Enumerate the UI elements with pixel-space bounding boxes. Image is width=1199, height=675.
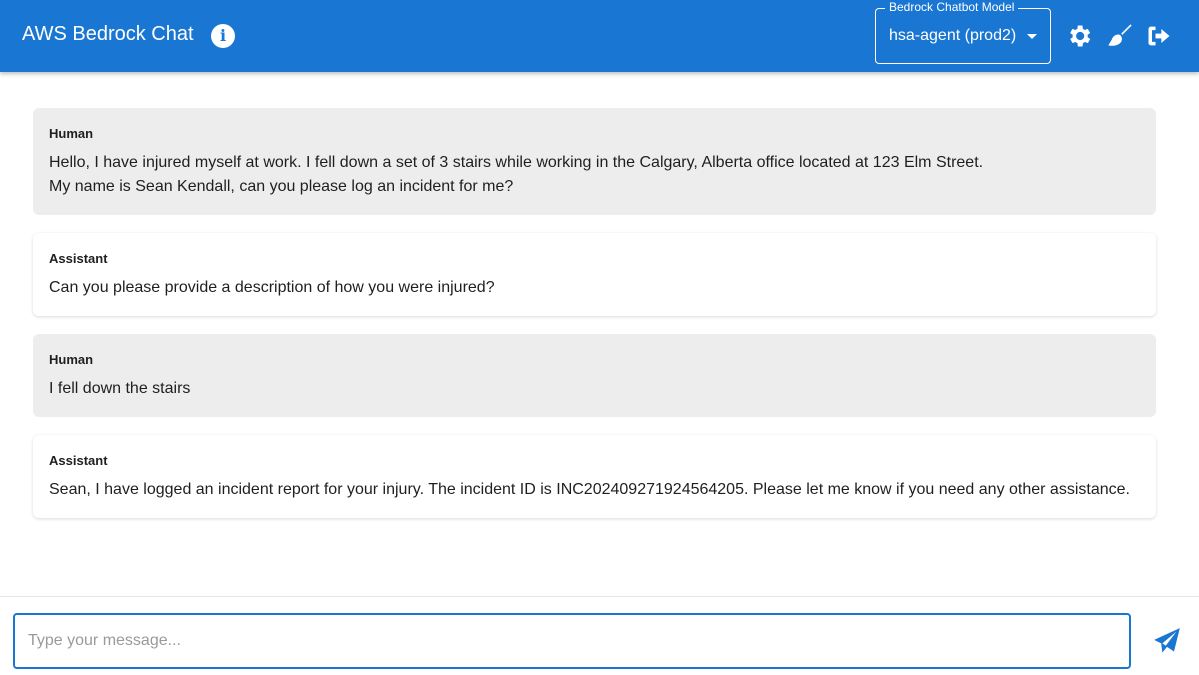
message-assistant: Assistant Sean, I have logged an inciden… [33,435,1156,518]
logout-icon[interactable] [1145,22,1173,50]
message-role: Human [49,352,94,367]
model-select[interactable]: Bedrock Chatbot Model hsa-agent (prod2) [875,0,1051,64]
message-text: Can you please provide a description of … [49,279,495,296]
message-input[interactable] [13,613,1131,669]
message-role: Assistant [49,453,108,468]
model-select-value: hsa-agent (prod2) [889,27,1017,44]
message-human: Human I fell down the stairs [33,334,1156,417]
broom-icon[interactable] [1106,22,1134,50]
chat-history: Human Hello, I have injured myself at wo… [33,108,1156,536]
info-icon[interactable]: i [211,24,235,48]
app-bar: AWS Bedrock Chat i Bedrock Chatbot Model… [0,0,1199,72]
message-assistant: Assistant Can you please provide a descr… [33,233,1156,316]
chevron-down-icon [1027,34,1037,39]
message-text: Sean, I have logged an incident report f… [49,481,1130,498]
message-role: Human [49,126,94,141]
send-icon[interactable] [1153,627,1181,655]
app-title: AWS Bedrock Chat [22,23,194,45]
message-composer [0,596,1199,675]
message-text: I fell down the stairs [49,380,191,397]
model-select-label: Bedrock Chatbot Model [885,0,1019,14]
gear-icon[interactable] [1065,22,1093,50]
message-role: Assistant [49,251,108,266]
message-text: Hello, I have injured myself at work. I … [49,154,984,195]
message-human: Human Hello, I have injured myself at wo… [33,108,1156,215]
